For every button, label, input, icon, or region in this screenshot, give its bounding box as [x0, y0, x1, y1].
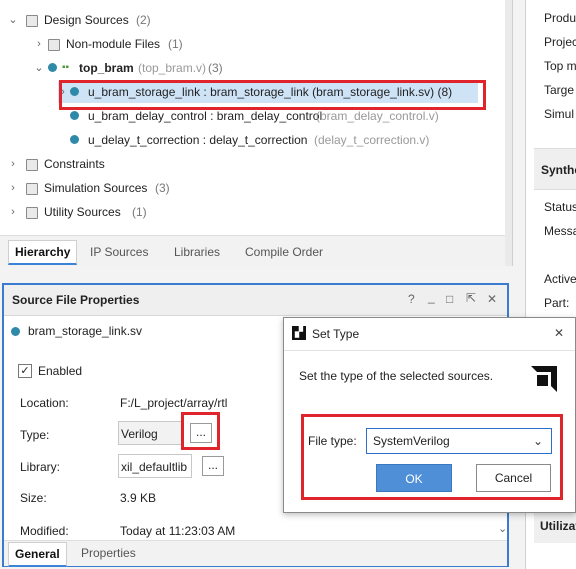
tree-item-file: (delay_t_correction.v) — [314, 133, 430, 147]
chevron-right-icon[interactable]: › — [58, 81, 68, 103]
chevron-right-icon[interactable]: › — [8, 153, 18, 175]
dialog-message: Set the type of the selected sources. — [299, 369, 494, 383]
tree-item-file: (bram_delay_control.v) — [316, 109, 439, 123]
dialog-title: Set Type — [312, 327, 360, 341]
tree-item-count: (2) — [136, 13, 151, 27]
file-icon — [11, 327, 20, 336]
summary-label: Simul — [544, 107, 575, 121]
amd-logo-icon — [527, 362, 561, 396]
section-header: Synthe — [534, 148, 576, 190]
dialog-titlebar: ▞ Set Type ✕ — [284, 318, 575, 351]
section-title: Utilizat — [540, 519, 576, 533]
tab-libraries[interactable]: Libraries — [174, 241, 220, 263]
sources-hierarchy-panel: ⌄ Design Sources (2) › Non-module Files … — [0, 0, 513, 266]
help-icon[interactable]: ? — [408, 292, 415, 306]
summary-label: Part: — [544, 296, 570, 310]
minimize-icon[interactable]: _ — [428, 290, 435, 304]
tab-compile-order[interactable]: Compile Order — [245, 241, 323, 263]
type-value: Verilog — [121, 427, 158, 441]
library-label: Library: — [20, 460, 61, 474]
size-value: 3.9 KB — [120, 491, 157, 505]
tree-item-label: Utility Sources — [44, 205, 121, 219]
file-type-value: SystemVerilog — [373, 434, 450, 448]
tree-item-label: top_bram — [79, 61, 134, 75]
ok-button[interactable]: OK — [376, 464, 452, 492]
chevron-down-icon[interactable]: ⌄ — [34, 57, 44, 79]
tree-item-label: Non-module Files — [66, 37, 161, 51]
tree-item-bram-storage-link[interactable]: › u_bram_storage_link : bram_storage_lin… — [58, 81, 478, 103]
tree-item-label: Design Sources — [44, 13, 129, 27]
modified-value: Today at 11:23:03 AM — [120, 524, 236, 538]
chevron-down-icon: ⌄ — [532, 434, 543, 448]
library-value: xil_defaultlib — [121, 460, 188, 474]
tab-general[interactable]: General — [8, 542, 67, 567]
folder-icon — [26, 159, 38, 171]
library-field: xil_defaultlib — [118, 454, 192, 478]
location-value: F:/L_project/array/rtl — [120, 396, 228, 410]
size-label: Size: — [20, 491, 47, 505]
file-name: bram_storage_link.sv — [28, 324, 143, 338]
folder-icon — [26, 207, 38, 219]
section-title: Synthe — [541, 163, 576, 177]
cancel-button[interactable]: Cancel — [476, 464, 551, 492]
panel-title: Source File Properties — [12, 293, 140, 307]
module-icon — [70, 135, 79, 144]
summary-label: Messa — [544, 224, 576, 238]
folder-icon — [26, 183, 38, 195]
close-icon[interactable]: ✕ — [487, 292, 497, 306]
tree-item-count: (3) — [155, 181, 170, 195]
panel-header: Source File Properties ? _ □ ⇱ ✕ — [4, 285, 507, 316]
file-type-dropdown[interactable]: SystemVerilog ⌄ — [366, 428, 552, 454]
tree-item-label: Simulation Sources — [44, 181, 148, 195]
app-logo-icon: ▞ — [292, 326, 306, 340]
module-icon — [48, 63, 57, 72]
module-icon — [70, 111, 79, 120]
summary-label: Targe — [544, 83, 575, 97]
library-browse-button[interactable]: ... — [202, 456, 224, 476]
summary-label: Top m — [544, 59, 576, 73]
set-type-dialog: ▞ Set Type ✕ Set the type of the selecte… — [283, 317, 576, 513]
hierarchy-tabs: Hierarchy IP Sources Libraries Compile O… — [0, 235, 505, 266]
chevron-down-icon[interactable]: ⌄ — [8, 9, 18, 31]
scroll-down-icon[interactable]: ⌄ — [498, 522, 507, 535]
tab-properties[interactable]: Properties — [81, 542, 136, 564]
type-field: Verilog — [118, 421, 182, 445]
location-label: Location: — [20, 396, 69, 410]
chevron-right-icon[interactable]: › — [34, 33, 44, 55]
tree-item-label: u_bram_storage_link : bram_storage_link … — [88, 85, 453, 99]
modified-label: Modified: — [20, 524, 69, 538]
tree-item-file: (top_bram.v) — [138, 61, 207, 75]
restore-icon[interactable]: □ — [446, 292, 453, 306]
enabled-label: Enabled — [38, 364, 83, 378]
enabled-checkbox[interactable]: ✓ — [18, 364, 32, 378]
chevron-right-icon[interactable]: › — [8, 177, 18, 199]
tree-item-label: u_bram_delay_control : bram_delay_contro… — [88, 109, 323, 123]
popout-icon[interactable]: ⇱ — [466, 291, 476, 305]
summary-label: Active — [544, 272, 576, 286]
tree-item-count: (1) — [132, 205, 147, 219]
section-header: Utilizat — [534, 508, 576, 543]
summary-label: Projec — [544, 35, 576, 49]
tree-item-label: u_delay_t_correction : delay_t_correctio… — [88, 133, 308, 147]
tree-item-count: (3) — [208, 61, 223, 75]
module-icon — [70, 87, 79, 96]
tab-ip-sources[interactable]: IP Sources — [90, 241, 148, 263]
file-type-label: File type: — [308, 434, 357, 448]
type-label: Type: — [20, 428, 50, 442]
chevron-right-icon[interactable]: › — [8, 201, 18, 223]
summary-label: Produ — [544, 11, 576, 25]
type-browse-button[interactable]: ... — [190, 423, 212, 443]
tree-item-label: Constraints — [44, 157, 105, 171]
folder-icon — [26, 15, 38, 27]
hierarchy-icon: ▪▪ — [62, 62, 70, 73]
folder-icon — [48, 39, 60, 51]
close-icon[interactable]: ✕ — [554, 326, 564, 340]
tree-item-count: (1) — [168, 37, 183, 51]
summary-label: Status — [544, 200, 576, 214]
vertical-scrollbar[interactable] — [505, 0, 512, 266]
properties-tabs: General Properties — [4, 540, 507, 567]
tab-hierarchy[interactable]: Hierarchy — [8, 240, 78, 265]
